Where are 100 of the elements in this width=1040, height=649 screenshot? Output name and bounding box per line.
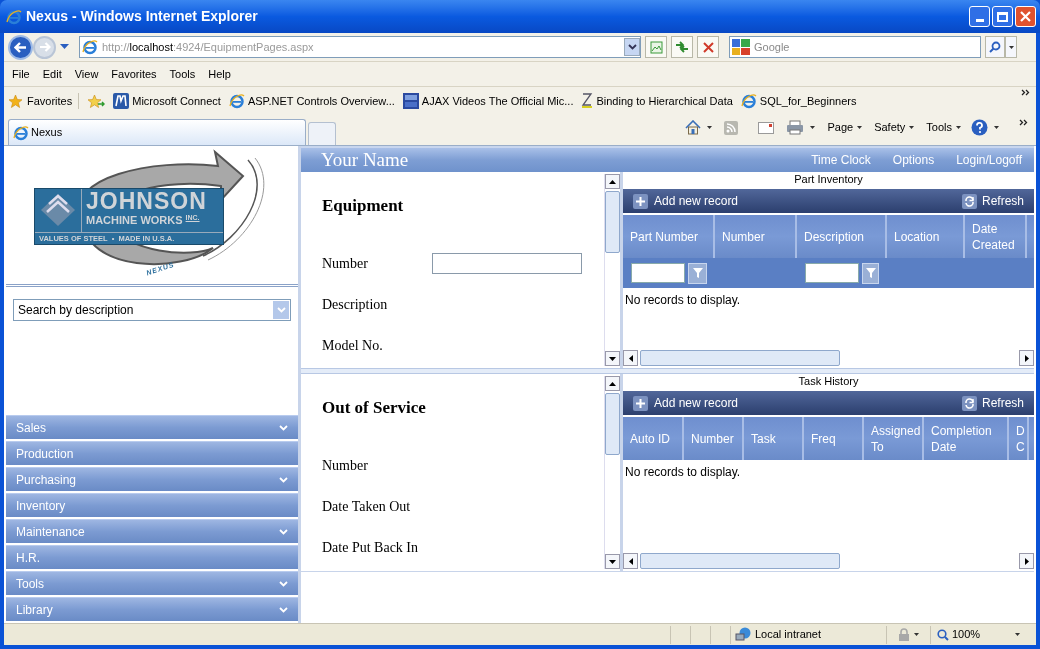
scroll-thumb[interactable]	[605, 393, 620, 455]
favorite-link[interactable]: AJAX Videos The Official Mic...	[402, 92, 574, 110]
arrow-right-icon	[38, 42, 51, 52]
menu-item[interactable]: File	[8, 65, 34, 83]
grid-title: Task History	[798, 374, 859, 388]
m-tile-icon	[113, 93, 130, 109]
favorite-link[interactable]: Microsoft Connect	[113, 92, 221, 110]
menu-item[interactable]: Tools	[165, 65, 200, 83]
command-menu-button[interactable]: Page	[827, 119, 863, 136]
chevron-down-icon	[279, 606, 288, 613]
scroll-down-button[interactable]	[605, 554, 620, 569]
empty-message: No records to display.	[624, 292, 742, 309]
scroll-down-button[interactable]	[605, 351, 620, 366]
add-record-button[interactable]: Add new record	[633, 192, 739, 210]
refresh-icon	[961, 193, 977, 209]
search-field[interactable]: Google	[754, 37, 980, 57]
arrow-right-icon	[1024, 557, 1029, 565]
chevron-down-icon	[627, 44, 637, 50]
scroll-up-button[interactable]	[605, 376, 620, 391]
arrow-left-icon	[628, 354, 633, 362]
printer-icon[interactable]	[786, 120, 805, 135]
menu-item[interactable]: Favorites	[107, 65, 161, 83]
filter-button[interactable]	[862, 262, 879, 284]
search-combo-box[interactable]: Search by description	[13, 299, 291, 321]
maximize-button[interactable]	[992, 6, 1013, 27]
stop-button[interactable]	[697, 36, 719, 58]
caret-icon	[956, 126, 961, 129]
search-options-button[interactable]	[1005, 36, 1017, 58]
caret-icon	[909, 126, 915, 129]
refresh-icon	[675, 41, 689, 53]
magnifier-icon	[937, 628, 949, 641]
scroll-right-button[interactable]	[1019, 553, 1034, 569]
close-button[interactable]	[1015, 6, 1036, 27]
scroll-thumb[interactable]	[640, 350, 840, 366]
zoom-button[interactable]: 100%	[930, 625, 1020, 644]
search-icon	[989, 41, 1001, 53]
help-icon[interactable]	[971, 119, 988, 136]
address-field[interactable]: http://localhost:4924/EquipmentPages.aspx	[79, 36, 641, 58]
field-label: Description	[322, 295, 389, 314]
caret-icon	[810, 126, 816, 129]
favorites-button[interactable]: Favorites	[8, 92, 80, 110]
filter-input-field[interactable]	[805, 263, 859, 283]
browser-icon	[82, 39, 98, 55]
chevron-down-icon	[279, 476, 288, 483]
page-view-button[interactable]	[645, 36, 667, 58]
command-menu-button[interactable]: Tools	[926, 119, 961, 136]
back-button[interactable]	[8, 34, 33, 60]
caret-icon	[994, 126, 999, 129]
scroll-thumb[interactable]	[605, 191, 620, 253]
refresh-button[interactable]	[671, 36, 693, 58]
arrow-down-icon	[609, 356, 616, 361]
refresh-button[interactable]: Refresh	[961, 192, 1024, 210]
scroll-left-button[interactable]	[623, 553, 638, 569]
number-input-field[interactable]	[432, 252, 582, 274]
add-record-button[interactable]: Add new record	[633, 394, 739, 412]
minimize-button[interactable]	[969, 6, 990, 27]
scroll-up-button[interactable]	[605, 174, 620, 189]
field-label: Number	[322, 254, 369, 273]
menu-item[interactable]: Help	[204, 65, 235, 83]
caret-icon	[914, 633, 919, 636]
scroll-thumb[interactable]	[640, 553, 840, 569]
field-label: Date Taken Out	[322, 497, 412, 516]
more-icon[interactable]	[1021, 89, 1030, 96]
dropdown-icon[interactable]	[60, 44, 69, 50]
filter-button[interactable]	[688, 262, 707, 284]
arrow-left-icon	[14, 41, 27, 53]
search-button[interactable]	[985, 36, 1005, 58]
chevron-down-icon	[276, 307, 286, 313]
scroll-right-button[interactable]	[1019, 350, 1034, 366]
arrow-down-icon	[609, 559, 616, 564]
empty-message: No records to display.	[624, 464, 742, 481]
close-icon	[1020, 11, 1031, 22]
home-icon[interactable]	[685, 120, 702, 135]
search-box[interactable]: Google	[729, 36, 981, 58]
chevron-down-icon	[279, 580, 288, 587]
menu-item[interactable]: View	[70, 65, 103, 83]
favorite-link[interactable]: SQL_for_Beginners	[740, 92, 857, 110]
plus-icon	[633, 193, 648, 209]
caret-icon	[857, 126, 863, 129]
add-favorite-icon[interactable]	[87, 93, 106, 109]
arrow-up-icon	[609, 381, 616, 386]
browser-icon	[6, 8, 22, 25]
filter-input-field[interactable]	[631, 263, 685, 283]
favorite-link[interactable]: ASP.NET Controls Overview...	[228, 92, 395, 110]
command-menu-button[interactable]: Safety	[874, 119, 915, 136]
window-title: Nexus - Windows Internet Explorer	[26, 7, 259, 26]
more-icon[interactable]	[1019, 119, 1028, 126]
cube-logo-icon	[39, 192, 77, 228]
browser-tab[interactable]: Nexus	[8, 119, 306, 145]
field-label: Model No.	[322, 336, 384, 355]
grid-title: Part Inventory	[794, 172, 863, 186]
plus-icon	[633, 395, 648, 411]
mail-icon[interactable]	[758, 121, 775, 134]
favorite-link[interactable]: Binding to Hierarchical Data	[581, 92, 733, 110]
web-tile-icon	[402, 93, 419, 109]
refresh-button[interactable]: Refresh	[961, 394, 1024, 412]
user-name-title: Your Name	[321, 147, 410, 172]
scroll-left-button[interactable]	[623, 350, 638, 366]
menu-item[interactable]: Edit	[38, 65, 66, 83]
caret-icon	[707, 126, 713, 129]
